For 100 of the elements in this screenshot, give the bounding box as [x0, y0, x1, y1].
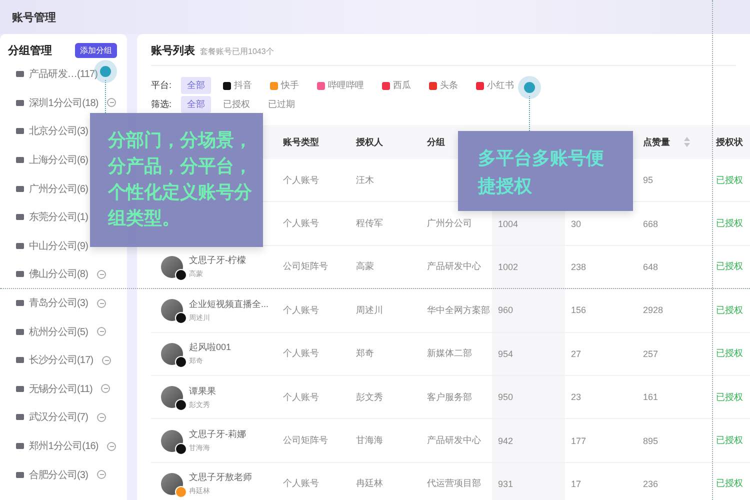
status-text: 已授权 [716, 304, 743, 317]
filter-tab[interactable]: 小红书 [470, 77, 520, 94]
table-cell: 程传军 [356, 217, 383, 230]
table-cell: 950 [498, 392, 514, 402]
table-cell: 产品研发中心 [427, 434, 481, 448]
group-item[interactable]: 产品研发…(117) [8, 60, 98, 89]
table-cell: 156 [571, 305, 586, 316]
table-cell: 30 [571, 218, 582, 229]
table-cell: 个人账号 [283, 304, 319, 317]
group-label: 中山分公司(9) [29, 240, 88, 253]
table-cell: 汪木 [356, 174, 374, 187]
table-cell: 个人账号 [283, 217, 319, 230]
table-cell: 23 [571, 392, 582, 402]
table-cell: 668 [643, 218, 658, 229]
table-cell: 郑奇 [356, 347, 374, 360]
group-label: 北京分公司(3) [29, 124, 88, 138]
account-name: 起风啦001 [189, 341, 232, 354]
group-item[interactable]: 中山分公司(9) [8, 232, 88, 260]
table-cell: 1002 [498, 262, 518, 272]
table-cell: 27 [571, 348, 582, 359]
group-item[interactable]: 武汉分公司(7) [8, 403, 106, 432]
table-cell: 广州分公司 [427, 217, 472, 230]
group-item[interactable]: 长沙分公司(17) [8, 346, 112, 375]
table-cell: 238 [571, 262, 586, 272]
panel-title: 分组管理 [8, 44, 52, 58]
filter-tab[interactable]: 全部 [181, 77, 211, 94]
table-cell: 客户服务部 [427, 390, 472, 404]
group-item[interactable]: 杭州分公司(5) [8, 317, 106, 346]
table-cell: 周述川 [356, 304, 383, 317]
table-cell: 个人账号 [283, 347, 319, 360]
group-item[interactable]: 北京分公司(3) [8, 117, 88, 146]
group-label: 郑州1分公司(16) [29, 440, 98, 454]
filter-label: 平台: [151, 79, 173, 92]
status-text: 已授权 [716, 347, 743, 360]
account-name: 企业短视频直播全... [189, 298, 269, 311]
account-name: 谭果果 [189, 384, 216, 398]
group-label: 东莞分公司(1) [29, 210, 88, 224]
add-group-button[interactable]: 添加分组 [75, 42, 117, 58]
table-cell: 公司矩阵号 [283, 434, 328, 448]
filter-tab[interactable]: 全部 [181, 96, 211, 113]
filter-tab[interactable]: 西瓜 [376, 77, 417, 94]
group-item[interactable]: 郑州1分公司(16) [8, 432, 116, 460]
table-cell: 895 [643, 436, 658, 446]
filter-tab[interactable]: 头条 [423, 77, 464, 94]
table-cell: 954 [498, 348, 514, 359]
group-label: 合肥分公司(3) [29, 468, 88, 482]
group-item[interactable]: 上海分公司(6) [8, 146, 88, 174]
table-cell: 新媒体二部 [427, 347, 472, 360]
table-cell: 2928 [643, 305, 664, 316]
group-item[interactable]: 东莞分公司(1) [8, 202, 88, 232]
table-cell: 彭文秀 [356, 390, 383, 404]
column-header: 点赞量 [637, 125, 710, 159]
column-header: 授权人 [355, 136, 384, 148]
table-cell: 华中全网方案部 [427, 304, 490, 317]
table-cell: 公司矩阵号 [283, 260, 328, 274]
table-cell: 个人账号 [283, 390, 319, 404]
table-cell: 960 [498, 305, 514, 316]
group-item[interactable]: 佛山分公司(8) [8, 260, 106, 289]
table-cell: 1004 [498, 218, 518, 229]
table-cell: 177 [571, 436, 586, 446]
group-label: 无锡分公司(11) [29, 382, 92, 396]
table-cell: 942 [498, 436, 514, 446]
group-label: 武汉分公司(7) [29, 410, 88, 424]
group-item[interactable]: 青岛分公司(3) [8, 288, 106, 318]
page-title: 账号管理 [12, 10, 56, 24]
account-name: 文思子牙-莉娜 [189, 428, 246, 442]
group-label: 产品研发…(117) [29, 68, 98, 82]
filter-tab[interactable]: 已过期 [262, 96, 301, 113]
group-item[interactable]: 广州分公司(6) [8, 174, 88, 203]
group-label: 杭州分公司(5) [29, 326, 88, 339]
filter-tab[interactable]: 快手 [264, 77, 305, 94]
table-cell: 236 [643, 478, 658, 489]
status-text: 已授权 [716, 174, 743, 187]
group-label: 佛山分公司(8) [29, 268, 88, 282]
table-cell: 高蒙 [356, 260, 374, 274]
feature-tooltip: 多平台多账号便捷授权 [458, 131, 633, 211]
table-cell: 648 [643, 262, 658, 272]
table-cell: 代运营项目部 [427, 477, 481, 490]
filter-tab[interactable]: 哔哩哔哩 [311, 77, 370, 94]
group-label: 广州分公司(6) [29, 182, 88, 196]
table-cell: 931 [498, 478, 514, 489]
filter-tab[interactable]: 抖音 [217, 77, 258, 94]
table-cell: 161 [643, 392, 658, 402]
column-header: 授权状 [715, 136, 744, 148]
table-cell: 甘海海 [356, 434, 383, 448]
column-header: 分组 [426, 136, 446, 148]
group-label: 长沙分公司(17) [29, 354, 94, 368]
table-cell: 17 [571, 478, 582, 489]
group-item[interactable]: 无锡分公司(11) [8, 374, 110, 404]
table-cell: 产品研发中心 [427, 260, 481, 274]
group-item[interactable]: 合肥分公司(3) [8, 460, 106, 489]
feature-tooltip: 分部门，分场景，分产品，分平台，个性化定义账号分组类型。 [90, 113, 263, 247]
status-text: 已授权 [716, 260, 743, 274]
panel-title: 账号列表 [151, 44, 195, 58]
filter-label: 筛选: [151, 98, 173, 111]
group-label: 上海分公司(6) [29, 154, 88, 168]
column-header: 账号类型 [282, 136, 320, 148]
filter-tab[interactable]: 已授权 [217, 96, 256, 113]
status-text: 已授权 [716, 477, 743, 490]
status-text: 已授权 [716, 390, 743, 404]
